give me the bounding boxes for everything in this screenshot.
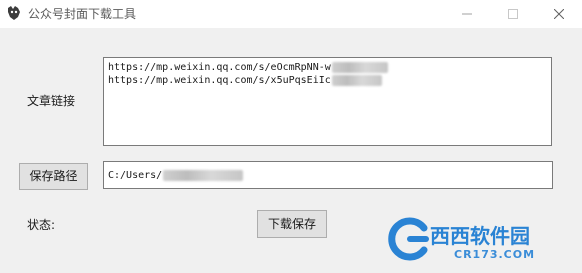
url-text: https://mp.weixin.qq.com/s/x5uPqsEiIc: [108, 75, 331, 86]
redacted-blur: [331, 75, 382, 86]
url-line: https://mp.weixin.qq.com/s/eOcmRpNN-w: [108, 61, 547, 74]
maximize-icon: [508, 9, 518, 19]
watermark-subtext: CR173.COM: [454, 248, 536, 261]
minimize-icon: [462, 13, 472, 15]
status-label: 状态:: [27, 218, 56, 232]
watermark-logo-icon: [388, 217, 429, 261]
watermark-text: 西西软件园: [430, 224, 530, 248]
app-icon: [6, 5, 22, 21]
redacted-blur: [163, 169, 244, 181]
window-title: 公众号封面下载工具: [28, 7, 137, 21]
close-icon: [554, 9, 564, 19]
url-textarea[interactable]: https://mp.weixin.qq.com/s/eOcmRpNN-w ht…: [103, 57, 552, 146]
maximize-button[interactable]: [490, 0, 536, 28]
title-bar[interactable]: 公众号封面下载工具: [0, 0, 582, 28]
app-window: 公众号封面下载工具 文章链接 https://mp.weixin.qq.com/…: [0, 0, 582, 273]
close-button[interactable]: [536, 0, 582, 28]
save-path-field[interactable]: C:/Users/: [103, 161, 553, 189]
save-path-button[interactable]: 保存路径: [19, 163, 88, 190]
url-text: https://mp.weixin.qq.com/s/eOcmRpNN-w: [108, 62, 331, 73]
download-save-button[interactable]: 下载保存: [257, 210, 327, 238]
url-label: 文章链接: [27, 94, 76, 108]
minimize-button[interactable]: [444, 0, 490, 28]
redacted-blur: [331, 62, 388, 73]
url-line: https://mp.weixin.qq.com/s/x5uPqsEiIc: [108, 74, 547, 87]
save-path-value: C:/Users/: [108, 169, 163, 181]
watermark-logo: 西西软件园 CR173.COM: [388, 212, 578, 268]
